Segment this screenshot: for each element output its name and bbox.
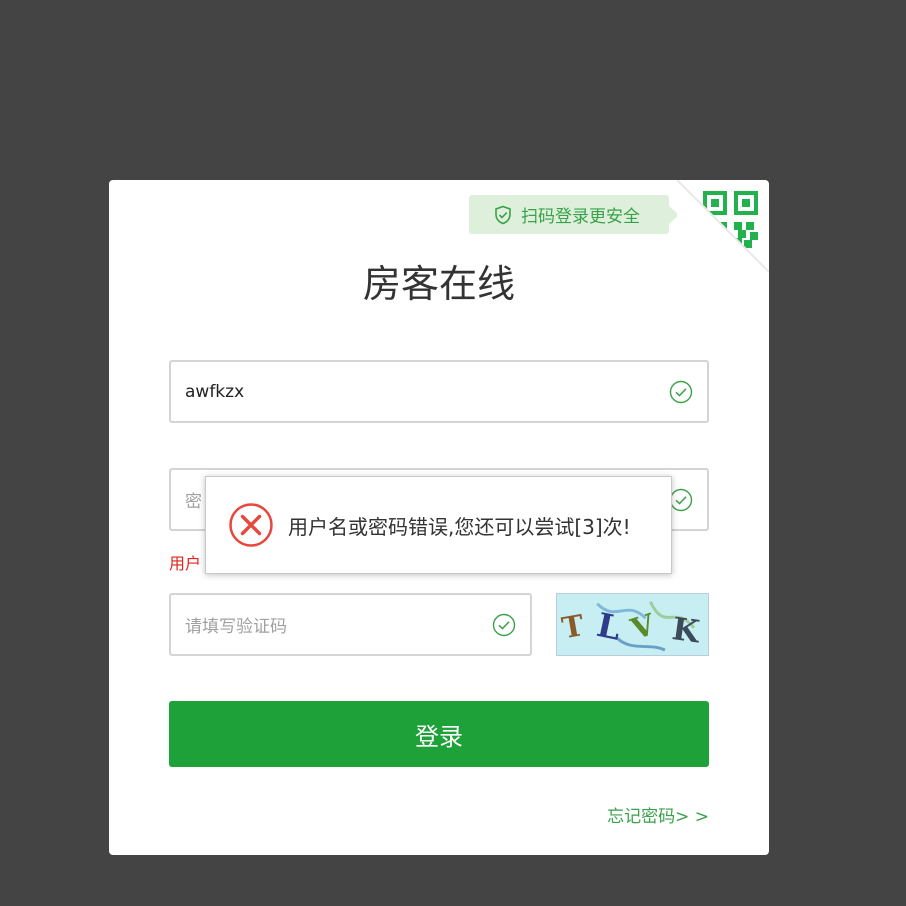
login-button[interactable]: 登录 [169,701,709,767]
error-circle-icon [229,503,273,547]
error-alert-dialog: 用户名或密码错误,您还可以尝试[3]次! [205,476,672,574]
page-title: 房客在线 [362,262,515,306]
username-value: awfkzx [185,381,245,402]
qr-login-tip[interactable]: 扫码登录更安全 [469,195,679,234]
forgot-password-link[interactable]: 忘记密码> > [607,802,709,827]
check-circle-icon [669,380,693,404]
captcha-placeholder: 请填写验证码 [185,617,287,637]
check-circle-icon [669,488,693,512]
username-input[interactable]: awfkzx [169,360,709,423]
password-placeholder: 密 [185,492,202,512]
check-circle-icon [492,613,516,637]
shield-icon [495,205,511,224]
error-alert-message: 用户名或密码错误,您还可以尝试[3]次! [288,514,631,539]
error-message: 用户 [169,554,202,573]
captcha-image[interactable]: T L V K [556,593,709,656]
qr-tip-text: 扫码登录更安全 [521,207,640,227]
captcha-input[interactable]: 请填写验证码 [169,593,532,656]
